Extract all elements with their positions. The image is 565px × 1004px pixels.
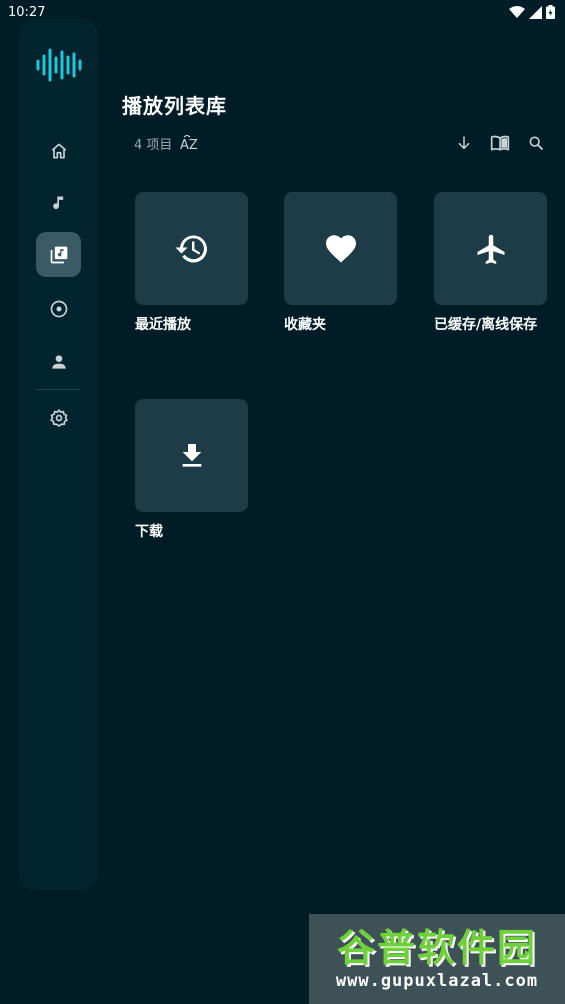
library-music-icon — [50, 246, 67, 263]
arrow-down-icon — [458, 136, 470, 150]
nav-divider — [36, 389, 81, 390]
music-note-icon — [52, 196, 63, 209]
download-icon — [182, 443, 201, 467]
navigation-rail — [19, 19, 98, 890]
count-row: 4 项目 AZ — [134, 134, 200, 153]
playlist-tile-offline[interactable]: 已缓存/离线保存 — [434, 192, 547, 334]
wifi-icon — [509, 5, 525, 18]
book-open-icon — [490, 135, 510, 151]
playlist-tile-art[interactable] — [135, 399, 248, 512]
album-icon — [50, 300, 67, 317]
playlist-tile-label: 最近播放 — [135, 317, 191, 333]
nav-item-songs[interactable] — [36, 181, 81, 226]
playlist-tile-art[interactable] — [284, 192, 397, 305]
item-count: 4 项目 — [134, 138, 173, 153]
playlist-tile-label: 收藏夹 — [284, 317, 326, 333]
watermark: 谷普软件园 www.gupuxlazal.com — [309, 914, 565, 1004]
playlist-tile-favorites[interactable]: 收藏夹 — [284, 192, 397, 334]
playlist-tile-art[interactable] — [434, 192, 547, 305]
nav-item-albums[interactable] — [36, 286, 81, 331]
playlist-tile-recent[interactable]: 最近播放 — [135, 192, 248, 334]
search-icon — [529, 136, 543, 150]
history-icon — [175, 234, 207, 262]
playlist-tile-art[interactable] — [135, 192, 248, 305]
cellular-signal-icon — [529, 5, 542, 19]
heart-icon — [325, 234, 356, 262]
page-title: 播放列表库 — [122, 94, 227, 118]
playlist-tile-label: 已缓存/离线保存 — [434, 317, 538, 333]
playlist-tile-downloads[interactable]: 下载 — [135, 399, 248, 541]
nav-item-home[interactable] — [36, 128, 81, 173]
nav-item-library[interactable] — [36, 232, 81, 277]
sort-az-icon: AZ — [180, 134, 198, 153]
gear-icon — [49, 408, 68, 427]
home-icon — [51, 143, 66, 158]
airplane-icon — [477, 234, 504, 264]
status-icons — [509, 5, 555, 19]
watermark-title: 谷普软件园 — [336, 926, 537, 970]
sort-direction-button[interactable] — [452, 131, 476, 155]
view-mode-button[interactable] — [488, 131, 512, 155]
nav-item-settings[interactable] — [36, 395, 81, 440]
sort-az-label: AZ — [180, 138, 198, 153]
battery-icon — [546, 5, 555, 19]
playlist-tile-label: 下载 — [135, 524, 163, 540]
status-time: 10:27 — [8, 4, 46, 20]
watermark-url: www.gupuxlazal.com — [335, 971, 539, 991]
person-icon — [51, 354, 66, 369]
search-button[interactable] — [524, 131, 548, 155]
toolbar — [452, 131, 548, 155]
sort-az-button[interactable]: AZ — [180, 134, 200, 153]
nav-item-artists[interactable] — [36, 339, 81, 384]
waveform-icon — [36, 48, 82, 82]
